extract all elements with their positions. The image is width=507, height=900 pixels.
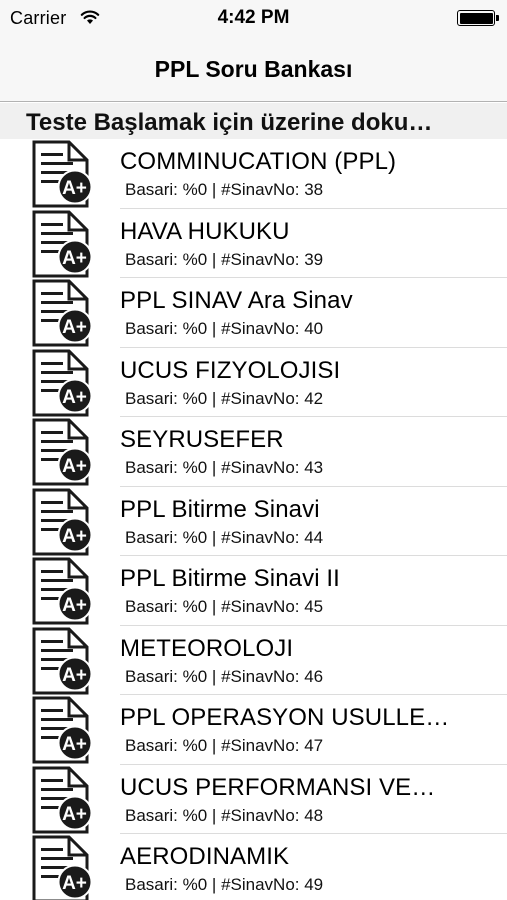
navigation-bar: PPL Soru Bankası [0,36,507,102]
exam-title: COMMINUCATION (PPL) [120,148,397,175]
exam-list-row[interactable]: A+ UCUS FIZYOLOJISI Basari: %0 | #SinavN… [0,347,507,417]
exam-details: Basari: %0 | #SinavNo: 38 [125,180,324,199]
exam-details: Basari: %0 | #SinavNo: 42 [125,388,324,408]
exam-list-row[interactable]: A+ PPL Bitirme Sinavi Basari: %0 | #Sina… [0,486,507,556]
exam-details: Basari: %0 | #SinavNo: 40 [125,319,324,338]
document-grade-a-plus-icon: A+ [32,766,93,833]
exam-details: Basari: %0 | #SinavNo: 44 [125,527,324,547]
document-grade-a-plus-icon: A+ [32,140,93,208]
exam-details: Basari: %0 | #SinavNo: 48 [125,805,324,825]
svg-text:A+: A+ [62,387,87,408]
svg-text:A+: A+ [62,456,87,477]
exam-list-row[interactable]: A+ PPL OPERASYON USULLE… Basari: %0 | #S… [0,695,507,765]
exam-title: UCUS PERFORMANSI VE… [120,773,436,801]
exam-details: Basari: %0 | #SinavNo: 47 [125,736,324,755]
exam-title: SEYRUSEFER [120,426,284,453]
svg-text:A+: A+ [62,873,87,894]
exam-list: A+ COMMINUCATION (PPL) Basari: %0 | #Sin… [0,139,507,900]
exam-details: Basari: %0 | #SinavNo: 46 [125,666,324,686]
document-grade-a-plus-icon: A+ [32,349,93,416]
clock: 4:42 PM [217,7,290,28]
svg-text:A+: A+ [62,734,87,755]
exam-list-row[interactable]: A+ AERODINAMIK Basari: %0 | #SinavNo: 49 [0,834,507,900]
status-bar: Carrier 4:42 PM [0,0,507,36]
exam-list-row[interactable]: A+ METEOROLOJI Basari: %0 | #SinavNo: 46 [0,625,507,695]
battery-icon [457,10,499,26]
exam-list-row[interactable]: A+ PPL Bitirme Sinavi II Basari: %0 | #S… [0,556,507,626]
exam-details: Basari: %0 | #SinavNo: 39 [125,249,324,269]
section-header-label: Teste Başlamak için üzerine doku… [26,109,433,136]
svg-text:A+: A+ [62,248,87,269]
exam-title: METEOROLOJI [120,634,294,662]
exam-title: UCUS FIZYOLOJISI [120,356,341,384]
exam-list-row[interactable]: A+ UCUS PERFORMANSI VE… Basari: %0 | #Si… [0,764,507,834]
exam-details: Basari: %0 | #SinavNo: 43 [125,458,324,477]
svg-text:A+: A+ [62,665,87,686]
document-grade-a-plus-icon: A+ [32,627,93,694]
exam-list-row[interactable]: A+ COMMINUCATION (PPL) Basari: %0 | #Sin… [0,139,507,209]
exam-details: Basari: %0 | #SinavNo: 45 [125,597,324,616]
exam-list-row[interactable]: A+ HAVA HUKUKU Basari: %0 | #SinavNo: 39 [0,208,507,278]
exam-title: PPL OPERASYON USULLE… [120,704,450,731]
document-grade-a-plus-icon: A+ [32,835,93,900]
document-grade-a-plus-icon: A+ [32,488,93,555]
exam-list-row[interactable]: A+ PPL SINAV Ara Sinav Basari: %0 | #Sin… [0,278,507,348]
page-title: PPL Soru Bankası [154,56,353,82]
exam-details: Basari: %0 | #SinavNo: 49 [125,875,324,894]
document-grade-a-plus-icon: A+ [32,557,93,625]
app-screen: Carrier 4:42 PM PPL Soru Bankası Teste B… [0,0,507,900]
document-grade-a-plus-icon: A+ [32,279,93,347]
document-grade-a-plus-icon: A+ [32,696,93,764]
exam-list-row[interactable]: A+ SEYRUSEFER Basari: %0 | #SinavNo: 43 [0,417,507,487]
exam-title: HAVA HUKUKU [120,217,290,245]
battery-fill [459,12,493,24]
exam-title: PPL Bitirme Sinavi II [120,565,340,592]
svg-text:A+: A+ [62,317,87,338]
svg-text:A+: A+ [62,595,87,616]
exam-title: AERODINAMIK [120,843,290,870]
svg-text:A+: A+ [62,526,87,547]
section-header: Teste Başlamak için üzerine doku… [0,103,507,139]
document-grade-a-plus-icon: A+ [32,210,93,277]
document-grade-a-plus-icon: A+ [32,418,93,486]
exam-title: PPL SINAV Ara Sinav [120,287,353,314]
svg-text:A+: A+ [62,804,87,825]
exam-title: PPL Bitirme Sinavi [120,495,320,523]
svg-text:A+: A+ [62,178,87,199]
